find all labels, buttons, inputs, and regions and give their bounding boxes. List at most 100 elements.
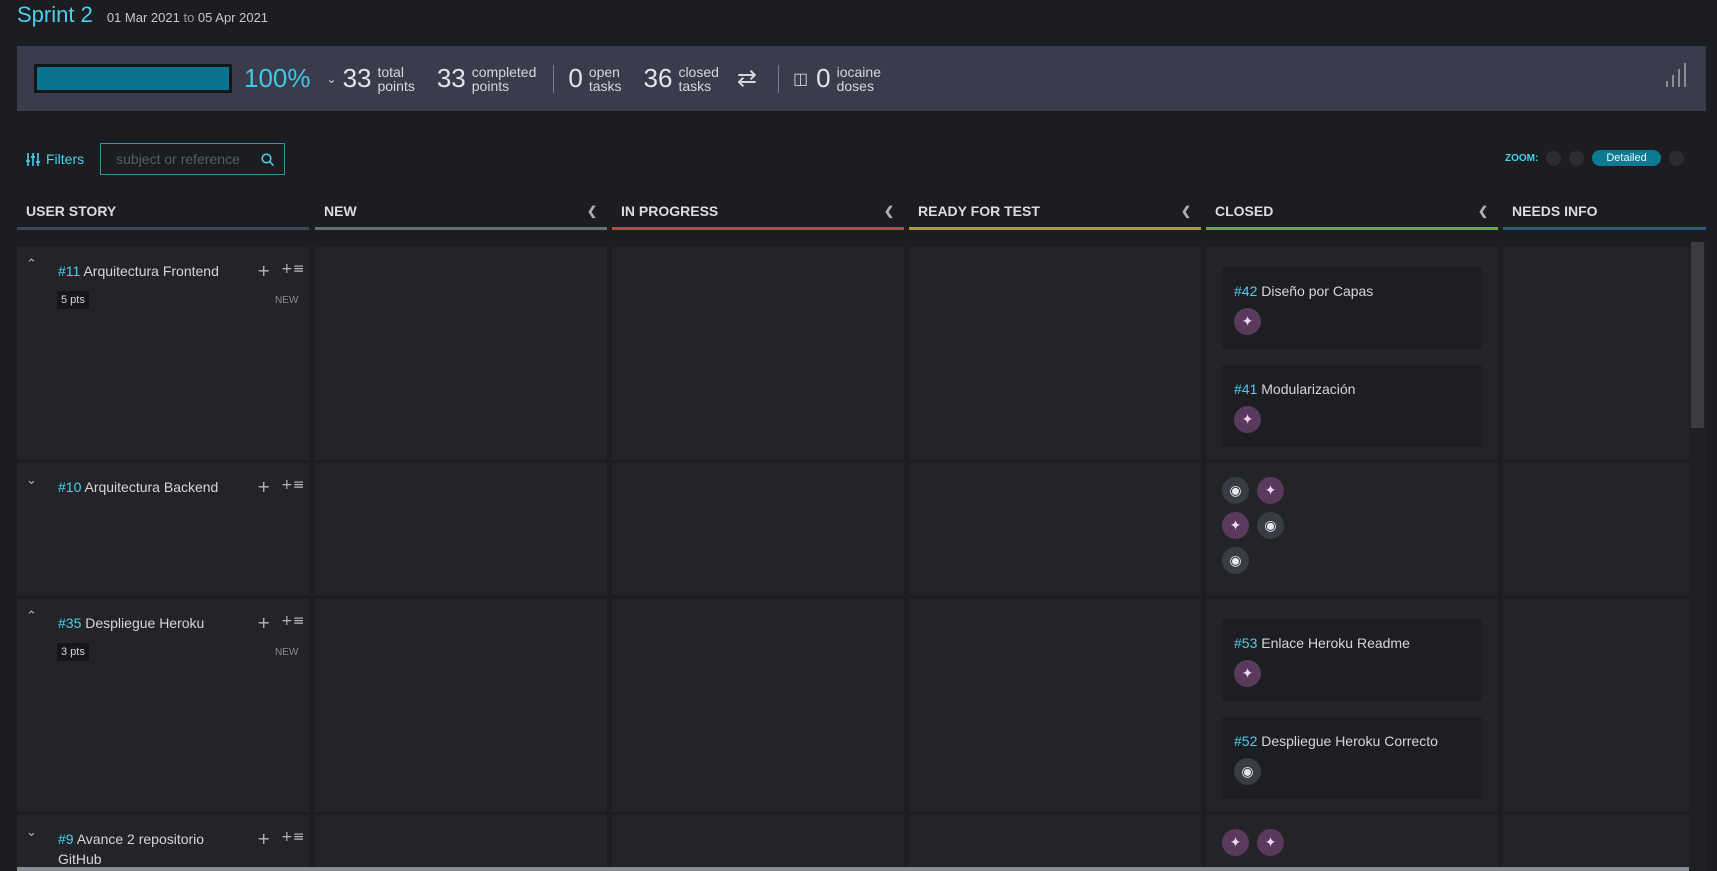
task-card[interactable]: #53 Enlace Heroku Readme ✦: [1222, 619, 1482, 701]
add-list-icon[interactable]: +≡: [281, 829, 304, 845]
cell-in-progress: [612, 463, 904, 595]
progress-bar: [34, 64, 232, 93]
zoom-level-2[interactable]: [1569, 150, 1585, 166]
task-ref[interactable]: #52: [1234, 733, 1257, 749]
task-ref[interactable]: #42: [1234, 283, 1257, 299]
user-story-ref[interactable]: #35: [58, 615, 81, 631]
user-story-ref[interactable]: #11: [58, 263, 80, 279]
plus-icon[interactable]: +: [257, 829, 270, 848]
cell-closed: ◉ ✦ ✦ ◉ ◉: [1206, 463, 1498, 595]
add-list-icon[interactable]: +≡: [281, 477, 304, 493]
task-card[interactable]: #41 Modularización ✦: [1222, 365, 1482, 447]
filters-button[interactable]: Filters: [26, 151, 84, 167]
add-list-icon[interactable]: +≡: [281, 261, 304, 277]
status-badge[interactable]: NEW: [275, 295, 298, 306]
avatar[interactable]: ◉: [1222, 477, 1249, 504]
stat-label-2: tasks: [678, 77, 712, 94]
task-ref[interactable]: #53: [1234, 635, 1257, 651]
avatar[interactable]: ✦: [1234, 660, 1261, 687]
cell-ready-for-test: [909, 247, 1201, 460]
user-story-title[interactable]: #10 Arquitectura Backend: [58, 477, 238, 497]
user-story-subject[interactable]: Arquitectura Frontend: [83, 263, 218, 279]
stat-label: total points: [377, 65, 414, 93]
cell-ready-for-test: [909, 463, 1201, 595]
user-story-card[interactable]: ⌃ #35 Despliegue Heroku + +≡ 3 pts NEW: [17, 599, 309, 812]
avatar[interactable]: ✦: [1234, 406, 1261, 433]
stat-label-2: doses: [836, 77, 874, 94]
cell-in-progress: [612, 815, 904, 871]
search-box[interactable]: [100, 143, 286, 175]
avatar[interactable]: ✦: [1257, 829, 1284, 856]
chevron-down-icon[interactable]: ⌄: [327, 72, 337, 86]
board-scrollbar[interactable]: [1689, 242, 1706, 871]
plus-icon[interactable]: +: [257, 613, 270, 632]
user-story-subject[interactable]: Arquitectura Backend: [84, 479, 218, 495]
user-story-card[interactable]: ⌄ #9 Avance 2 repositorio GitHub + +≡: [17, 815, 309, 871]
plus-icon[interactable]: +: [257, 477, 270, 496]
chevron-left-icon[interactable]: ❮: [1181, 204, 1191, 218]
task-title[interactable]: #41 Modularización: [1234, 381, 1355, 397]
sprint-summary: 100% ⌄ 33 total points 33 completed points…: [17, 46, 1706, 111]
avatar[interactable]: ✦: [1257, 477, 1284, 504]
collapsed-task-avatars: ✦ ✦: [1222, 829, 1284, 856]
cell-new: [315, 247, 607, 460]
swimlane: ⌃ #11 Arquitectura Frontend + +≡ 5 pts N…: [17, 247, 1689, 460]
zoom-level-detailed[interactable]: Detailed: [1592, 150, 1661, 166]
cell-new: [315, 815, 607, 871]
avatar[interactable]: ◉: [1257, 512, 1284, 539]
chevron-left-icon[interactable]: ❮: [1478, 204, 1488, 218]
user-story-ref[interactable]: #9: [58, 831, 74, 847]
column-label: NEW: [324, 202, 357, 219]
user-story-title[interactable]: #11 Arquitectura Frontend: [58, 261, 238, 281]
plus-icon[interactable]: +: [257, 261, 270, 280]
chevron-down-icon[interactable]: ⌄: [26, 825, 37, 840]
sprint-date-start: 01 Mar 2021: [106, 10, 180, 25]
chevron-down-icon[interactable]: ⌄: [26, 473, 37, 488]
avatar[interactable]: ◉: [1222, 547, 1249, 574]
user-story-subject[interactable]: Despliegue Heroku: [85, 615, 204, 631]
scrollbar-thumb[interactable]: [1691, 242, 1704, 428]
avatar[interactable]: ✦: [1222, 829, 1249, 856]
zoom-level-4[interactable]: [1668, 150, 1684, 166]
task-title[interactable]: #52 Despliegue Heroku Correcto: [1234, 733, 1438, 749]
stat-label: closed tasks: [678, 65, 718, 93]
status-badge[interactable]: NEW: [275, 647, 298, 658]
swap-icon[interactable]: ⇄: [737, 64, 757, 93]
chevron-left-icon[interactable]: ❮: [884, 204, 894, 218]
zoom-level-1[interactable]: [1546, 150, 1562, 166]
avatar[interactable]: ✦: [1234, 308, 1261, 335]
user-story-subject[interactable]: Avance 2 repositorio GitHub: [58, 831, 204, 867]
chevron-up-icon[interactable]: ⌃: [26, 609, 37, 624]
chevron-up-icon[interactable]: ⌃: [26, 257, 37, 272]
avatar[interactable]: ✦: [1222, 512, 1249, 539]
stat-number: 36: [643, 63, 673, 93]
task-subject[interactable]: Diseño por Capas: [1261, 283, 1373, 299]
horizontal-scrollbar[interactable]: [17, 867, 1689, 871]
cell-closed: #42 Diseño por Capas ✦ #41 Modularizació…: [1206, 247, 1498, 460]
task-title[interactable]: #42 Diseño por Capas: [1234, 283, 1373, 299]
search-input[interactable]: [116, 151, 257, 167]
divider: [778, 64, 780, 93]
user-story-ref[interactable]: #10: [58, 479, 81, 495]
task-subject[interactable]: Modularización: [1261, 381, 1355, 397]
avatar[interactable]: ◉: [1234, 758, 1261, 785]
task-subject[interactable]: Despliegue Heroku Correcto: [1261, 733, 1438, 749]
add-list-icon[interactable]: +≡: [281, 613, 304, 629]
signal-bars-icon[interactable]: [1666, 63, 1686, 87]
task-card[interactable]: #52 Despliegue Heroku Correcto ◉: [1222, 717, 1482, 799]
user-story-title[interactable]: #9 Avance 2 repositorio GitHub: [58, 829, 238, 869]
column-header-needs-info: NEEDS INFO: [1503, 194, 1706, 230]
user-story-card[interactable]: ⌄ #10 Arquitectura Backend + +≡: [17, 463, 309, 595]
cell-closed: #53 Enlace Heroku Readme ✦ #52 Despliegu…: [1206, 599, 1498, 812]
task-title[interactable]: #53 Enlace Heroku Readme: [1234, 635, 1410, 651]
chevron-left-icon[interactable]: ❮: [587, 204, 597, 218]
column-header-closed: CLOSED ❮: [1206, 194, 1498, 230]
task-card[interactable]: #42 Diseño por Capas ✦: [1222, 267, 1482, 349]
search-icon[interactable]: [261, 152, 275, 166]
stat-number: 33: [342, 63, 372, 93]
task-ref[interactable]: #41: [1234, 381, 1257, 397]
user-story-title[interactable]: #35 Despliegue Heroku: [58, 613, 238, 633]
column-label: IN PROGRESS: [621, 202, 719, 219]
user-story-card[interactable]: ⌃ #11 Arquitectura Frontend + +≡ 5 pts N…: [17, 247, 309, 460]
task-subject[interactable]: Enlace Heroku Readme: [1261, 635, 1410, 651]
